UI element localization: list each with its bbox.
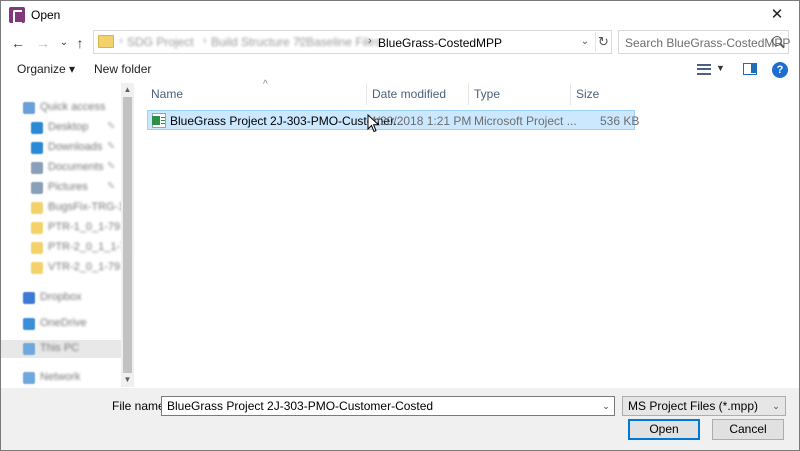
- column-header-date[interactable]: Date modified: [366, 83, 468, 105]
- sidebar-item-label: PTR-1_0_1-79: [48, 221, 121, 233]
- desktop-icon: [31, 122, 43, 134]
- navigation-pane: Quick access Desktop ✎ Downloads ✎ Docum…: [1, 83, 135, 387]
- change-view-icon[interactable]: [697, 64, 711, 75]
- folder-icon: [31, 242, 43, 254]
- breadcrumb-item[interactable]: Build Structure 72: [211, 35, 306, 49]
- sidebar-item-label: PTR-2_0_1_1-78: [48, 241, 133, 253]
- column-header-size[interactable]: Size: [570, 83, 636, 105]
- title-bar: Open ✕: [1, 1, 799, 29]
- sidebar-item-label: Pictures: [48, 181, 88, 193]
- back-button[interactable]: ←: [7, 34, 29, 52]
- address-bar[interactable]: › SDG Project › Build Structure 72 › Bas…: [93, 30, 612, 54]
- sidebar-item-label: This PC: [40, 342, 80, 354]
- file-name-label: File name:: [112, 399, 169, 413]
- sort-ascending-icon: ^: [263, 79, 268, 90]
- breadcrumb-separator: ›: [368, 35, 372, 47]
- search-input[interactable]: Search BlueGrass-CostedMPP: [618, 30, 791, 54]
- cancel-button[interactable]: Cancel: [712, 419, 784, 440]
- scrollbar-thumb[interactable]: [123, 97, 132, 373]
- chevron-down-icon: ⌄: [772, 401, 780, 411]
- project-app-icon: [9, 7, 25, 24]
- file-type-select[interactable]: MS Project Files (*.mpp) ⌄: [622, 396, 786, 416]
- open-button[interactable]: Open: [628, 419, 700, 440]
- column-header-label: Name: [151, 87, 184, 101]
- toolbar: Organize ▾ New folder ▼ ?: [1, 58, 799, 82]
- view-options-chevron-icon[interactable]: ▼: [716, 63, 725, 73]
- breadcrumb-current[interactable]: BlueGrass-CostedMPP: [378, 36, 502, 50]
- sidebar-item-label: Network: [40, 371, 81, 383]
- sidebar-item-label: VTR-2_0_1-79: [48, 261, 121, 273]
- column-header-label: Size: [576, 87, 600, 101]
- scroll-down-icon[interactable]: ▼: [121, 373, 134, 387]
- download-icon: [31, 142, 43, 154]
- dialog-title: Open: [31, 8, 61, 22]
- breadcrumb-separator: ›: [203, 35, 207, 47]
- search-placeholder: Search BlueGrass-CostedMPP: [625, 36, 791, 50]
- pin-icon: ✎: [107, 181, 116, 192]
- help-icon[interactable]: ?: [772, 62, 788, 78]
- folder-icon: [31, 202, 43, 214]
- column-header-label: Type: [474, 87, 501, 101]
- sidebar-item-label: BugsFix-TRG-1: [48, 201, 125, 213]
- new-folder-button[interactable]: New folder: [94, 62, 151, 76]
- sidebar-item-label: Downloads: [48, 141, 103, 153]
- sidebar-item-label: Documents: [48, 161, 104, 173]
- pin-icon: ✎: [107, 161, 116, 172]
- chevron-down-icon[interactable]: ⌄: [598, 397, 614, 415]
- folder-icon: [31, 222, 43, 234]
- organize-button[interactable]: Organize ▾: [17, 62, 75, 76]
- onedrive-icon: [23, 318, 35, 330]
- breadcrumb-item[interactable]: SDG Project: [127, 35, 194, 49]
- mouse-cursor-icon: [367, 114, 380, 133]
- file-size: 536 KB: [600, 114, 640, 128]
- file-list: Name ^ Date modified Type Size BlueGrass…: [137, 79, 799, 387]
- open-dialog: Open ✕ ← → ⌄ ↑ › SDG Project › Build Str…: [0, 0, 800, 451]
- sidebar-item-label: Desktop: [48, 121, 89, 133]
- file-row[interactable]: BlueGrass Project 2J-303-PMO-Customer...…: [147, 110, 639, 130]
- pin-icon: ✎: [107, 141, 116, 152]
- folder-icon: [98, 35, 114, 48]
- column-header-name[interactable]: Name ^: [145, 79, 367, 105]
- pin-icon: ✎: [107, 121, 116, 132]
- up-button[interactable]: ↑: [69, 34, 91, 52]
- folder-icon: [31, 262, 43, 274]
- address-dropdown-button[interactable]: ⌄: [578, 34, 592, 50]
- scroll-up-icon[interactable]: ▲: [121, 83, 134, 97]
- sidebar-item-label: OneDrive: [40, 317, 87, 329]
- file-type-value: MS Project Files (*.mpp): [628, 399, 759, 413]
- search-icon: [772, 36, 782, 46]
- sidebar-item-label: Quick access: [40, 101, 106, 113]
- network-icon: [23, 372, 35, 384]
- sidebar-scrollbar[interactable]: ▲ ▼: [121, 83, 134, 387]
- column-header-type[interactable]: Type: [468, 83, 570, 105]
- sidebar-item-label: Dropbox: [40, 291, 82, 303]
- close-button[interactable]: ✕: [755, 1, 799, 29]
- preview-pane-icon[interactable]: [743, 63, 757, 75]
- file-name-field[interactable]: BlueGrass Project 2J-303-PMO-Customer-Co…: [161, 396, 615, 416]
- project-file-icon: [152, 113, 166, 128]
- documents-icon: [31, 162, 43, 174]
- pictures-icon: [31, 182, 43, 194]
- column-header-label: Date modified: [372, 87, 447, 101]
- file-type: Microsoft Project ...: [474, 114, 577, 128]
- breadcrumb-separator: ›: [298, 35, 302, 47]
- file-name-value: BlueGrass Project 2J-303-PMO-Customer-Co…: [167, 399, 434, 413]
- breadcrumb-separator: ›: [119, 35, 123, 47]
- computer-icon: [23, 343, 35, 355]
- dialog-footer: File name: BlueGrass Project 2J-303-PMO-…: [1, 388, 799, 450]
- star-icon: [23, 102, 35, 114]
- refresh-button[interactable]: ↻: [595, 32, 611, 52]
- sidebar-item-this-pc[interactable]: This PC: [1, 340, 121, 358]
- dropbox-icon: [23, 292, 35, 304]
- forward-button[interactable]: →: [32, 34, 54, 52]
- file-date-modified: 4/20/2018 1:21 PM: [370, 114, 472, 128]
